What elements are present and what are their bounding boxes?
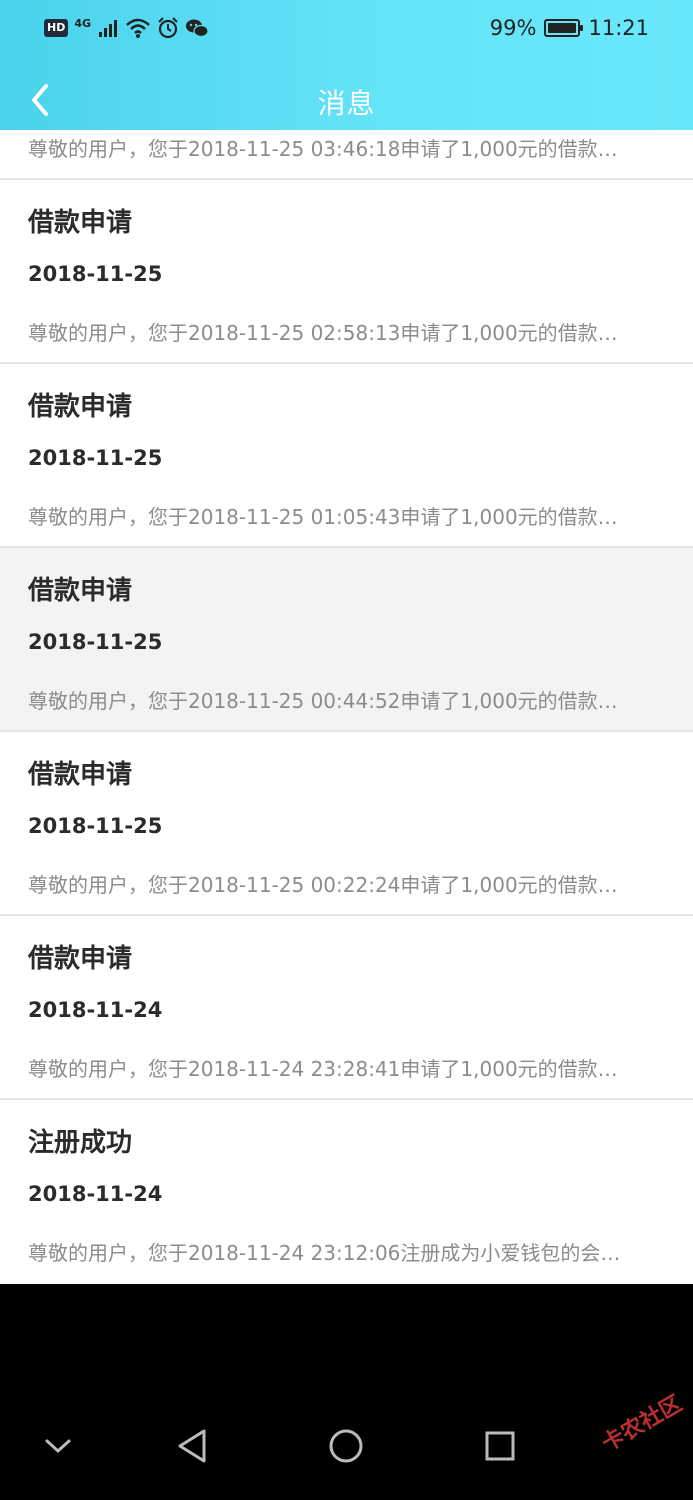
status-bar-right: 99% 11:21: [490, 16, 649, 40]
message-date: 2018-11-24: [28, 998, 163, 1022]
message-body: 尊敬的用户，您于2018-11-25 03:46:18申请了1,000元的借款…: [28, 137, 618, 161]
message-date: 2018-11-25: [28, 262, 163, 286]
list-item[interactable]: 借款申请 2018-11-25 尊敬的用户，您于2018-11-25 02:58…: [0, 180, 693, 364]
message-list[interactable]: 尊敬的用户，您于2018-11-25 03:46:18申请了1,000元的借款……: [0, 130, 693, 1284]
message-title: 借款申请: [28, 392, 133, 422]
clock-time: 11:21: [588, 16, 649, 40]
battery-percent: 99%: [489, 16, 537, 40]
watermark-logo: 卡农社区: [597, 1391, 687, 1457]
status-bar-left: HD 4G: [44, 16, 209, 40]
list-item[interactable]: 注册成功 2018-11-24 尊敬的用户，您于2018-11-24 23:12…: [0, 1100, 693, 1284]
nav-home-button[interactable]: [321, 1424, 371, 1468]
network-label: 4G: [74, 16, 92, 30]
message-body: 尊敬的用户，您于2018-11-25 00:22:24申请了1,000元的借款…: [28, 873, 618, 897]
wechat-icon: [186, 19, 209, 38]
status-bar: HD 4G 99% 11:21: [0, 0, 693, 60]
list-item[interactable]: 借款申请 2018-11-25 尊敬的用户，您于2018-11-25 00:22…: [0, 732, 693, 916]
wifi-icon: [126, 18, 150, 38]
battery-icon: [544, 19, 584, 37]
message-body: 尊敬的用户，您于2018-11-25 02:58:13申请了1,000元的借款…: [28, 321, 618, 345]
list-item[interactable]: 借款申请 2018-11-24 尊敬的用户，您于2018-11-24 23:28…: [0, 916, 693, 1100]
circle-home-icon: [329, 1429, 363, 1463]
message-date: 2018-11-25: [28, 446, 163, 470]
page-title: 消息: [317, 87, 376, 120]
message-body: 尊敬的用户，您于2018-11-24 23:12:06注册成为小爱钱包的会…: [28, 1241, 621, 1265]
message-title: 借款申请: [28, 760, 133, 790]
app-header: HD 4G 99% 11:21 消息: [0, 0, 693, 130]
message-body: 尊敬的用户，您于2018-11-24 23:28:41申请了1,000元的借款…: [28, 1057, 618, 1081]
message-date: 2018-11-24: [28, 1182, 163, 1206]
alarm-clock-icon: [158, 17, 178, 39]
message-date: 2018-11-25: [28, 814, 163, 838]
message-title: 借款申请: [28, 944, 133, 974]
message-title: 注册成功: [28, 1128, 133, 1158]
nav-recents-button[interactable]: [475, 1424, 525, 1468]
chevron-down-icon: [45, 1439, 71, 1454]
signal-icon: [99, 20, 118, 37]
message-body: 尊敬的用户，您于2018-11-25 01:05:43申请了1,000元的借款…: [28, 505, 618, 529]
square-recents-icon: [485, 1431, 515, 1461]
message-title: 借款申请: [28, 208, 133, 238]
message-body: 尊敬的用户，您于2018-11-25 00:44:52申请了1,000元的借款…: [28, 689, 618, 713]
system-nav-bar: 卡农社区: [0, 1284, 693, 1500]
list-item-partial[interactable]: 尊敬的用户，您于2018-11-25 03:46:18申请了1,000元的借款…: [0, 130, 693, 180]
hide-nav-button[interactable]: [33, 1424, 83, 1468]
list-item[interactable]: 借款申请 2018-11-25 尊敬的用户，您于2018-11-25 01:05…: [0, 364, 693, 548]
list-item-pressed[interactable]: 借款申请 2018-11-25 尊敬的用户，您于2018-11-25 00:44…: [0, 548, 693, 732]
triangle-back-icon: [178, 1429, 206, 1463]
hd-icon: HD: [44, 19, 69, 37]
message-title: 借款申请: [28, 576, 133, 606]
message-date: 2018-11-25: [28, 630, 163, 654]
nav-back-button[interactable]: [167, 1424, 217, 1468]
